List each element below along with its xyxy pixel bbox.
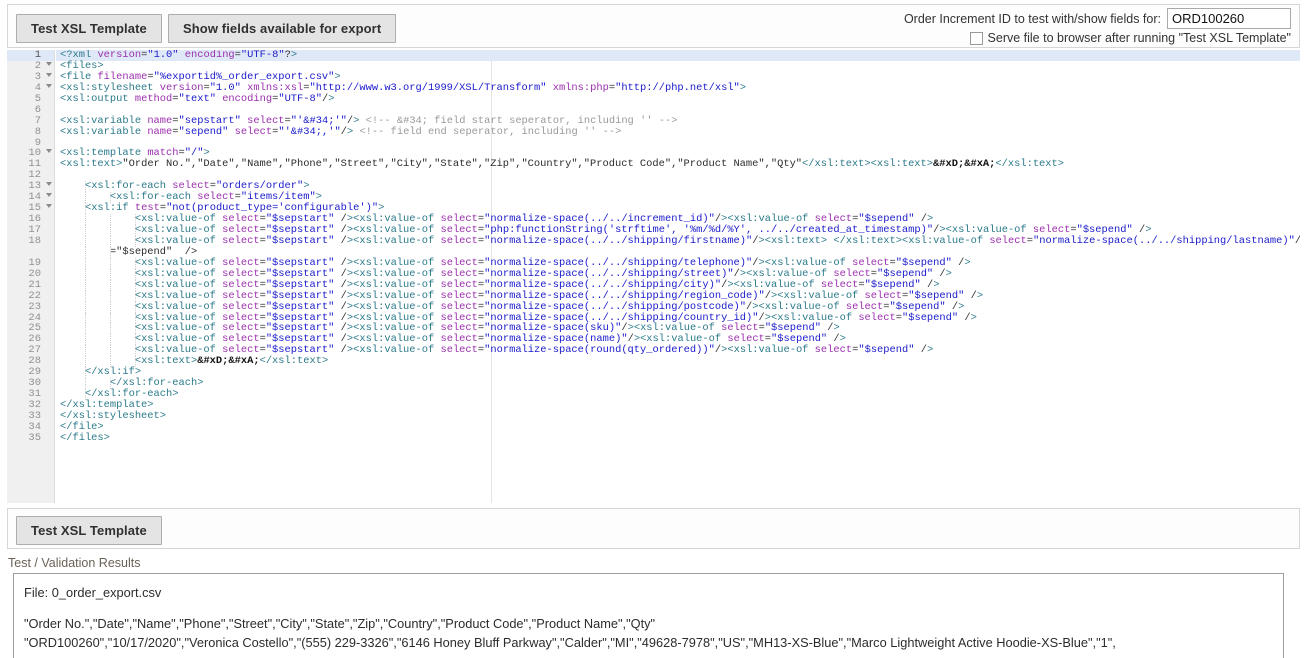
serve-file-checkbox-label: Serve file to browser after running "Tes…	[987, 31, 1291, 45]
line-number-7: 7	[34, 114, 41, 127]
line-number-21: 21	[28, 278, 41, 291]
fold-triangle-icon[interactable]	[46, 72, 52, 77]
line-number-2: 2	[7, 60, 54, 72]
serve-file-row: Serve file to browser after running "Tes…	[904, 31, 1291, 45]
line-number-gutter: 1 2 3 4 5 6 7 8 9 10 11 12 13 14 15 16 17 18 19 20 21 22 23 24 2…	[7, 50, 55, 503]
code-line[interactable]: </xsl:stylesheet>	[56, 410, 1300, 422]
code-line[interactable]: </xsl:template>	[56, 400, 1300, 411]
serve-file-checkbox[interactable]	[969, 31, 983, 45]
result-header-line: "Order No.","Date","Name","Phone","Stree…	[24, 616, 656, 631]
test-validation-results-box: File: 0_order_export.csv "Order No.","Da…	[13, 573, 1284, 658]
test-xsl-template-button-top[interactable]: Test XSL Template	[16, 14, 162, 43]
line-number-22: 22	[28, 289, 41, 302]
fold-triangle-icon[interactable]	[46, 61, 52, 66]
bottom-toolbar: Test XSL Template	[7, 508, 1300, 549]
line-number-5: 5	[34, 92, 41, 105]
order-increment-id-row: Order Increment ID to test with/show fie…	[903, 8, 1291, 29]
top-toolbar: Test XSL Template Show fields available …	[7, 4, 1300, 48]
code-line[interactable]: <xsl:variable name="sepend" select="'&#3…	[56, 126, 1300, 138]
code-line[interactable]: <xsl:text>"Order No.","Date","Name","Pho…	[56, 159, 1300, 170]
fold-triangle-icon[interactable]	[46, 182, 52, 187]
test-validation-results-label: Test / Validation Results	[8, 556, 141, 570]
line-number-3: 3	[7, 71, 54, 83]
result-spacer	[24, 602, 1273, 614]
fold-triangle-icon[interactable]	[46, 149, 52, 154]
line-number-8: 8	[34, 125, 41, 138]
code-line[interactable]: </xsl:if>	[56, 367, 1300, 379]
xsl-code-editor[interactable]: 1 2 3 4 5 6 7 8 9 10 11 12 13 14 15 16 17 18 19 20 21 22 23 24 2…	[7, 50, 1300, 503]
code-line[interactable]	[56, 105, 1300, 116]
code-content-area[interactable]: <?xml version="1.0" encoding="UTF-8"?> <f…	[56, 50, 1300, 503]
line-number-4: 4	[7, 82, 54, 94]
code-line[interactable]: </xsl:for-each>	[56, 389, 1300, 400]
code-line[interactable]: </xsl:for-each>	[56, 378, 1300, 390]
code-line[interactable]: <xsl:value-of select="$sepstart" /><xsl:…	[56, 235, 1300, 247]
line-number-23: 23	[28, 300, 41, 313]
result-data-line: "ORD100260","10/17/2020","Veronica Coste…	[24, 635, 1116, 650]
show-fields-available-for-export-button[interactable]: Show fields available for export	[168, 14, 397, 43]
fold-triangle-icon[interactable]	[46, 193, 52, 198]
order-increment-id-input[interactable]	[1167, 8, 1291, 29]
fold-triangle-icon[interactable]	[46, 204, 52, 209]
code-line[interactable]: </files>	[56, 432, 1300, 444]
code-line[interactable]: </file>	[56, 421, 1300, 433]
code-line[interactable]: <?xml version="1.0" encoding="UTF-8"?>	[56, 50, 1300, 61]
line-number-6: 6	[34, 103, 41, 116]
code-line[interactable]: <xsl:output method="text" encoding="UTF-…	[56, 93, 1300, 105]
fold-triangle-icon[interactable]	[46, 83, 52, 88]
line-number-1: 1	[7, 50, 54, 61]
line-number-35: 35	[28, 431, 41, 444]
test-xsl-template-button-bottom[interactable]: Test XSL Template	[16, 516, 162, 545]
code-line[interactable]: <xsl:text>&#xD;&#xA;</xsl:text>	[56, 356, 1300, 368]
code-line[interactable]	[56, 138, 1300, 149]
order-increment-id-group: Order Increment ID to test with/show fie…	[903, 8, 1291, 45]
result-file-line: File: 0_order_export.csv	[24, 585, 162, 600]
line-number-18: 18	[28, 234, 41, 247]
order-increment-id-label: Order Increment ID to test with/show fie…	[903, 11, 1161, 26]
